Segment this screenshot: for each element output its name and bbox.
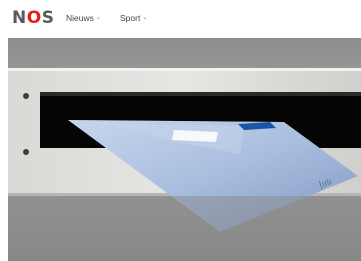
chevron-down-icon: ⌄ xyxy=(95,15,101,21)
article-hero-image[interactable]: |ıılı xyxy=(8,38,361,261)
nav-item-sport[interactable]: Sport ⌄ xyxy=(120,13,147,23)
nav-item-label: Sport xyxy=(120,13,141,23)
nav-item-label: Nieuws xyxy=(66,13,94,23)
letter-in-mailbox-illustration: |ıılı xyxy=(8,38,361,261)
chevron-down-icon: ⌄ xyxy=(142,15,148,21)
nav-item-nieuws[interactable]: Nieuws ⌄ xyxy=(66,13,101,23)
screw-icon xyxy=(23,149,29,155)
screw-icon xyxy=(23,93,29,99)
logo-letter-o: O xyxy=(26,8,42,28)
envelope-window xyxy=(172,130,218,142)
logo-letter-n: N xyxy=(12,8,27,28)
top-navigation-bar: NOS Nieuws ⌄ Sport ⌄ xyxy=(0,0,361,38)
logo-letter-s: S xyxy=(41,8,55,28)
nos-logo[interactable]: NOS xyxy=(12,8,54,28)
